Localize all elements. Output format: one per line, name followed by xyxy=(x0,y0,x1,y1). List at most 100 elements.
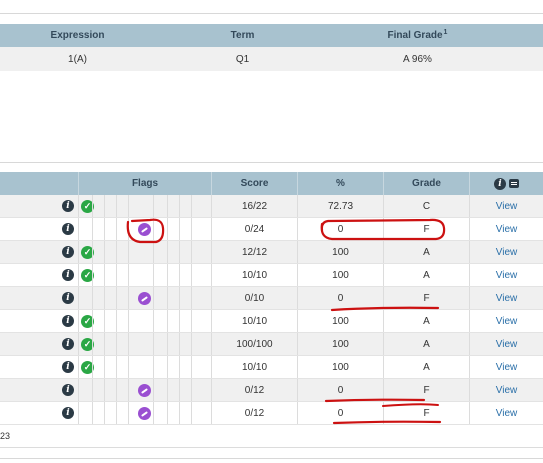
table-cell xyxy=(105,195,117,217)
info-icon[interactable]: i xyxy=(62,223,74,235)
info-icon[interactable]: i xyxy=(62,361,74,373)
table-cell xyxy=(168,379,180,401)
table-cell xyxy=(129,356,154,378)
view-cell: View xyxy=(470,402,543,424)
score-cell: 0/24 xyxy=(212,218,298,240)
table-row: i 0/12 0 F View xyxy=(0,402,543,425)
table-cell xyxy=(117,402,129,424)
info-icon[interactable]: i xyxy=(62,292,74,304)
view-link[interactable]: View xyxy=(496,224,518,235)
grade-cell: F xyxy=(384,402,470,424)
excused-flag-cell xyxy=(129,379,154,401)
table-cell xyxy=(129,195,154,217)
percent-header: % xyxy=(298,172,384,195)
grade-header: Grade xyxy=(384,172,470,195)
table-cell xyxy=(117,356,129,378)
table-cell xyxy=(93,195,105,217)
table-cell xyxy=(154,264,168,286)
table-cell xyxy=(192,356,212,378)
table-cell xyxy=(79,241,93,263)
view-link[interactable]: View xyxy=(496,385,518,396)
info-icon[interactable]: i xyxy=(62,384,74,396)
flags-header: Flags xyxy=(79,172,212,195)
table-cell xyxy=(105,264,117,286)
info-icon[interactable]: i xyxy=(62,269,74,281)
info-icon[interactable]: i xyxy=(62,407,74,419)
percent-cell: 0 xyxy=(298,379,384,401)
table-cell xyxy=(117,241,129,263)
view-link[interactable]: View xyxy=(496,247,518,258)
grade-cell: C xyxy=(384,195,470,217)
view-cell: View xyxy=(470,310,543,332)
table-cell xyxy=(168,310,180,332)
score-cell: 0/12 xyxy=(212,379,298,401)
info-icon[interactable]: i xyxy=(62,200,74,212)
percent-cell: 72.73 xyxy=(298,195,384,217)
score-cell: 12/12 xyxy=(212,241,298,263)
percent-cell: 100 xyxy=(298,356,384,378)
score-cell: 10/10 xyxy=(212,310,298,332)
table-cell xyxy=(79,287,93,309)
term-header: Term xyxy=(230,30,255,41)
table-cell xyxy=(154,356,168,378)
percent-cell: 100 xyxy=(298,310,384,332)
table-cell xyxy=(93,264,105,286)
view-link[interactable]: View xyxy=(496,293,518,304)
view-link[interactable]: View xyxy=(496,270,518,281)
table-cell xyxy=(192,310,212,332)
table-cell xyxy=(154,333,168,355)
comment-icon[interactable] xyxy=(509,179,519,188)
footnote-marker: 1 xyxy=(443,29,448,36)
view-link[interactable]: View xyxy=(496,339,518,350)
percent-cell: 0 xyxy=(298,287,384,309)
table-row: ✓ i 10/10 100 A View xyxy=(0,264,543,287)
view-cell: View xyxy=(470,333,543,355)
table-cell xyxy=(180,333,192,355)
view-link[interactable]: View xyxy=(496,316,518,327)
excused-flag-cell xyxy=(129,218,154,240)
score-cell: 10/10 xyxy=(212,356,298,378)
table-cell xyxy=(79,264,93,286)
table-cell xyxy=(168,402,180,424)
table-cell xyxy=(105,333,117,355)
table-cell xyxy=(79,218,93,240)
table-cell xyxy=(93,333,105,355)
view-link[interactable]: View xyxy=(496,362,518,373)
table-cell xyxy=(180,287,192,309)
table-cell xyxy=(180,379,192,401)
excused-flag-icon xyxy=(138,292,151,305)
info-icon[interactable]: i xyxy=(62,338,74,350)
table-cell xyxy=(168,241,180,263)
table-cell xyxy=(105,310,117,332)
table-cell xyxy=(192,379,212,401)
table-cell xyxy=(117,264,129,286)
info-icon[interactable]: i xyxy=(62,315,74,327)
info-icon[interactable]: i xyxy=(62,246,74,258)
view-link[interactable]: View xyxy=(496,201,518,212)
info-icon[interactable]: i xyxy=(494,177,506,190)
term-value: Q1 xyxy=(235,53,250,65)
score-header: Score xyxy=(212,172,298,195)
table-row: ✓ i 16/22 72.73 C View xyxy=(0,195,543,218)
table-cell xyxy=(154,379,168,401)
table-cell xyxy=(192,218,212,240)
table-cell xyxy=(117,379,129,401)
summary-row: 1(A) Q1 A 96% xyxy=(0,47,543,71)
table-row: i 0/10 0 F View xyxy=(0,287,543,310)
table-cell xyxy=(93,287,105,309)
score-cell: 100/100 xyxy=(212,333,298,355)
table-cell xyxy=(154,310,168,332)
status-icons-cell: i xyxy=(0,287,79,309)
table-row: i 0/24 0 F View xyxy=(0,218,543,241)
divider xyxy=(0,162,543,163)
table-cell xyxy=(129,333,154,355)
table-cell xyxy=(168,264,180,286)
table-cell xyxy=(168,287,180,309)
grade-cell: F xyxy=(384,379,470,401)
table-cell xyxy=(180,310,192,332)
table-footer: 23 xyxy=(0,425,543,448)
grade-cell: A xyxy=(384,333,470,355)
status-icons-cell: i xyxy=(0,195,79,217)
table-cell xyxy=(105,402,117,424)
view-link[interactable]: View xyxy=(496,408,518,419)
